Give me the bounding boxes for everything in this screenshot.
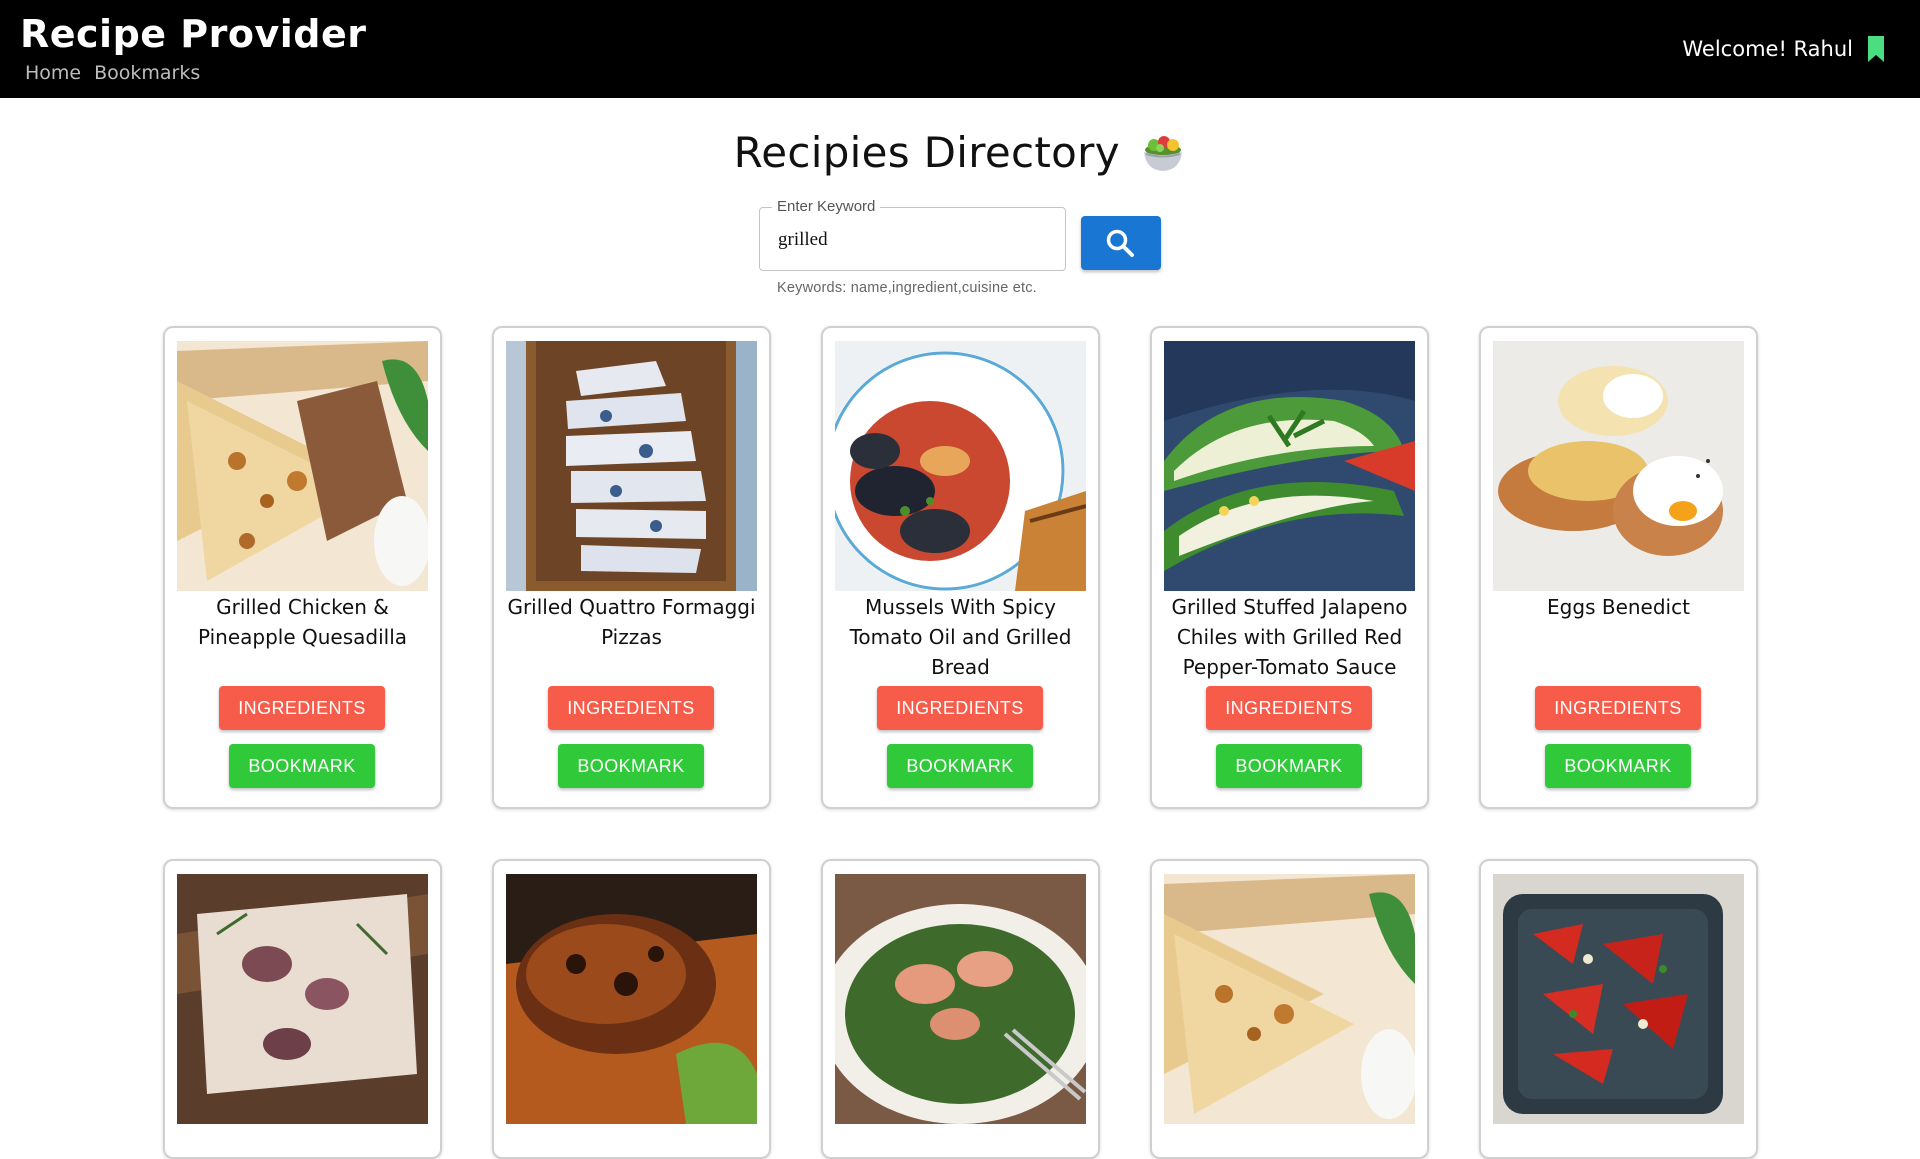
recipe-card bbox=[1479, 859, 1758, 1159]
nav-home-link[interactable]: Home bbox=[25, 62, 81, 84]
recipe-image[interactable] bbox=[506, 341, 757, 591]
bookmark-button[interactable]: BOOKMARK bbox=[558, 744, 704, 788]
recipe-card: Grilled Stuffed Jalapeno Chiles with Gri… bbox=[1150, 326, 1429, 809]
recipe-card bbox=[821, 859, 1100, 1159]
recipe-image[interactable] bbox=[1493, 874, 1744, 1124]
brand-title[interactable]: Recipe Provider bbox=[20, 12, 367, 56]
recipe-image[interactable] bbox=[1493, 341, 1744, 591]
main-nav: Home Bookmarks bbox=[25, 62, 200, 84]
salad-bowl-icon bbox=[1144, 135, 1183, 171]
ingredients-button[interactable]: INGREDIENTS bbox=[877, 686, 1043, 730]
recipe-title: Mussels With Spicy Tomato Oil and Grille… bbox=[849, 595, 1072, 679]
recipe-title: Grilled Chicken & Pineapple Quesadilla bbox=[197, 595, 408, 649]
recipe-image[interactable] bbox=[1164, 341, 1415, 591]
bookmark-button[interactable]: BOOKMARK bbox=[229, 744, 375, 788]
keyword-helper-text: Keywords: name,ingredient,cuisine etc. bbox=[777, 280, 1037, 296]
recipe-image[interactable] bbox=[835, 341, 1086, 591]
ingredients-button[interactable]: INGREDIENTS bbox=[548, 686, 714, 730]
bookmark-button[interactable]: BOOKMARK bbox=[887, 744, 1033, 788]
recipe-image[interactable] bbox=[835, 874, 1086, 1124]
recipe-image[interactable] bbox=[506, 874, 757, 1124]
page-heading: Recipies Directory bbox=[0, 128, 1920, 177]
ingredients-button[interactable]: INGREDIENTS bbox=[1206, 686, 1372, 730]
recipe-card bbox=[163, 859, 442, 1159]
search-area: Enter Keyword Keywords: name,ingredient,… bbox=[759, 198, 1066, 296]
recipe-title: Eggs Benedict bbox=[1547, 595, 1690, 619]
recipe-card bbox=[1150, 859, 1429, 1159]
recipe-image[interactable] bbox=[177, 874, 428, 1124]
nav-bookmarks-link[interactable]: Bookmarks bbox=[94, 62, 200, 84]
bookmark-icon[interactable] bbox=[1866, 36, 1886, 62]
recipe-card: Mussels With Spicy Tomato Oil and Grille… bbox=[821, 326, 1100, 809]
keyword-input[interactable] bbox=[778, 226, 1048, 254]
recipe-image[interactable] bbox=[1164, 874, 1415, 1124]
recipe-image[interactable] bbox=[177, 341, 428, 591]
recipe-title: Grilled Quattro Formaggi Pizzas bbox=[507, 595, 756, 649]
keyword-label: Enter Keyword bbox=[772, 198, 881, 215]
keyword-field[interactable]: Enter Keyword bbox=[759, 198, 1066, 271]
recipe-card: Grilled Chicken & Pineapple Quesadilla I… bbox=[163, 326, 442, 809]
welcome-text: Welcome! Rahul bbox=[1682, 37, 1853, 61]
bookmark-button[interactable]: BOOKMARK bbox=[1545, 744, 1691, 788]
recipe-card: Grilled Quattro Formaggi Pizzas INGREDIE… bbox=[492, 326, 771, 809]
search-icon bbox=[1106, 229, 1134, 257]
recipe-card bbox=[492, 859, 771, 1159]
page-title: Recipies Directory bbox=[733, 128, 1120, 177]
recipe-card: Eggs Benedict INGREDIENTS BOOKMARK bbox=[1479, 326, 1758, 809]
recipe-title: Grilled Stuffed Jalapeno Chiles with Gri… bbox=[1171, 595, 1408, 679]
bookmark-button[interactable]: BOOKMARK bbox=[1216, 744, 1362, 788]
ingredients-button[interactable]: INGREDIENTS bbox=[219, 686, 385, 730]
search-button[interactable] bbox=[1081, 216, 1161, 270]
ingredients-button[interactable]: INGREDIENTS bbox=[1535, 686, 1701, 730]
top-navbar: Recipe Provider Home Bookmarks Welcome! … bbox=[0, 0, 1920, 98]
